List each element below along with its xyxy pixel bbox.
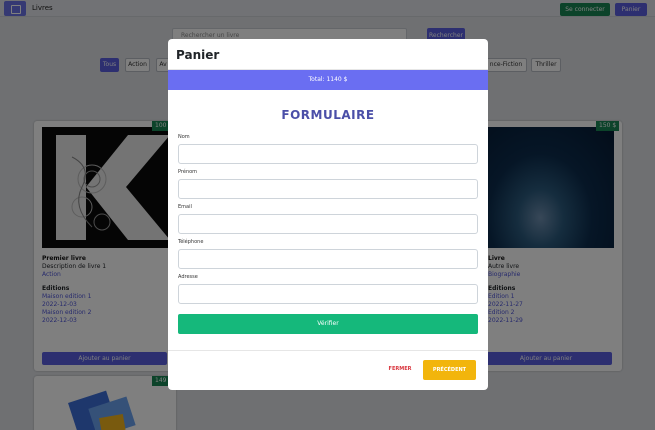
- form-title: FORMULAIRE: [281, 108, 375, 122]
- prenom-label: Prénom: [178, 169, 198, 175]
- telephone-field[interactable]: [178, 249, 478, 269]
- nom-field[interactable]: [178, 144, 478, 164]
- email-label: Email: [178, 204, 192, 210]
- cart-total: Total: 1140 $: [168, 70, 488, 90]
- modal-title: Panier: [176, 48, 220, 62]
- adresse-label: Adresse: [178, 274, 198, 280]
- adresse-field[interactable]: [178, 284, 478, 304]
- verify-button[interactable]: Vérifier: [178, 314, 478, 334]
- prenom-field[interactable]: [178, 179, 478, 199]
- modal-footer-divider: [168, 350, 488, 351]
- close-button[interactable]: FERMER: [384, 361, 416, 377]
- telephone-label: Téléphone: [178, 239, 204, 245]
- email-field[interactable]: [178, 214, 478, 234]
- previous-button[interactable]: PRÉCÉDENT: [423, 360, 476, 380]
- cart-modal: Panier Total: 1140 $ FORMULAIRE Nom Prén…: [168, 39, 488, 390]
- nom-label: Nom: [178, 134, 190, 140]
